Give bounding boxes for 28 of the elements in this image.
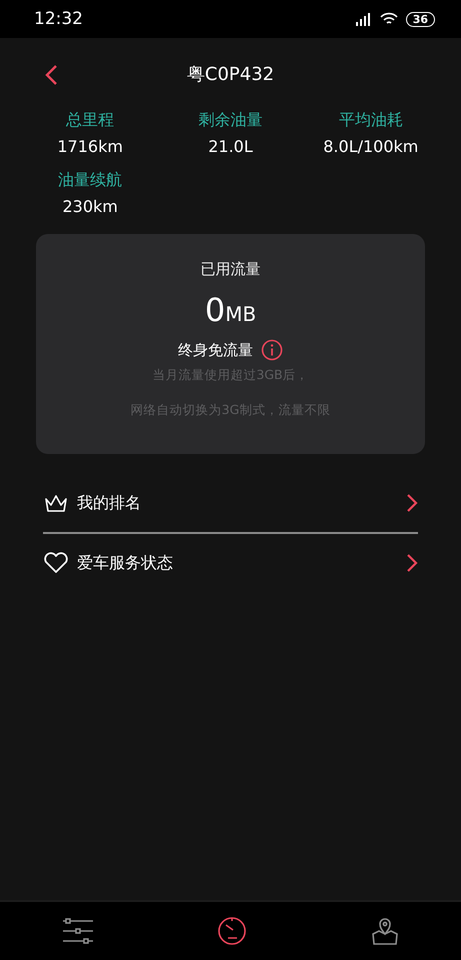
stat-value: 1716km xyxy=(57,137,123,156)
chevron-right-icon[interactable] xyxy=(406,553,418,573)
stat-value: 21.0L xyxy=(208,137,253,156)
stat-label: 平均油耗 xyxy=(338,110,403,131)
stat-label: 油量续航 xyxy=(58,170,122,191)
map-pin-icon xyxy=(370,916,400,946)
status-time: 12:32 xyxy=(34,9,83,29)
battery-level: 36 xyxy=(406,12,435,26)
stat-value: 230km xyxy=(62,197,118,216)
stat-label: 总里程 xyxy=(66,110,114,131)
signal-icon xyxy=(354,12,372,26)
menu-item[interactable]: 我的排名 xyxy=(77,492,398,514)
usage-amount: 0 xyxy=(204,291,226,329)
menu-item[interactable]: 爱车服务状态 xyxy=(77,552,398,574)
gauge-icon xyxy=(216,916,246,946)
heart-icon xyxy=(43,552,69,574)
back-icon[interactable] xyxy=(44,64,58,86)
stat-label: 剩余油量 xyxy=(198,110,262,131)
page-title: 粤C0P432 xyxy=(186,63,274,86)
stat-value: 8.0L/100km xyxy=(323,137,418,156)
crown-icon xyxy=(43,493,69,513)
info-icon[interactable] xyxy=(261,339,283,361)
usage-unit: MB xyxy=(225,302,256,326)
card-title: 已用流量 xyxy=(200,260,260,279)
sliders-icon xyxy=(62,918,94,944)
wifi-icon xyxy=(380,12,398,26)
chevron-right-icon[interactable] xyxy=(406,493,418,513)
plan-label: 终身免流量 xyxy=(178,340,253,360)
